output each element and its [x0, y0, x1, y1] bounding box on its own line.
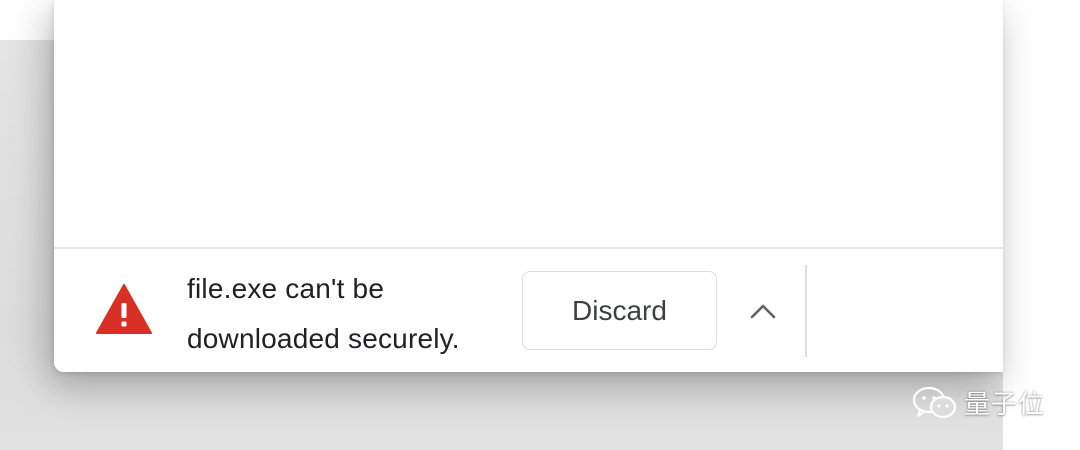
watermark-text: 量子位: [964, 390, 1046, 420]
screen: file.exe can't be downloaded securely. D…: [0, 0, 1080, 450]
watermark: 量子位: [912, 384, 1045, 421]
discard-button[interactable]: Discard: [522, 271, 717, 350]
chevron-up-icon: [750, 304, 776, 319]
browser-window: file.exe can't be downloaded securely. D…: [54, 0, 1003, 372]
download-warning-message: file.exe can't be downloaded securely.: [187, 264, 517, 364]
page-content-area: [54, 0, 1003, 248]
wechat-icon: [912, 386, 957, 418]
download-warning-line2: downloaded securely.: [187, 323, 460, 354]
download-warning-line1: file.exe can't be: [187, 273, 385, 304]
expand-download-menu-button[interactable]: [742, 290, 784, 332]
warning-icon: [96, 284, 152, 334]
download-bar-separator: [805, 265, 807, 357]
download-bar: file.exe can't be downloaded securely. D…: [54, 249, 1003, 372]
